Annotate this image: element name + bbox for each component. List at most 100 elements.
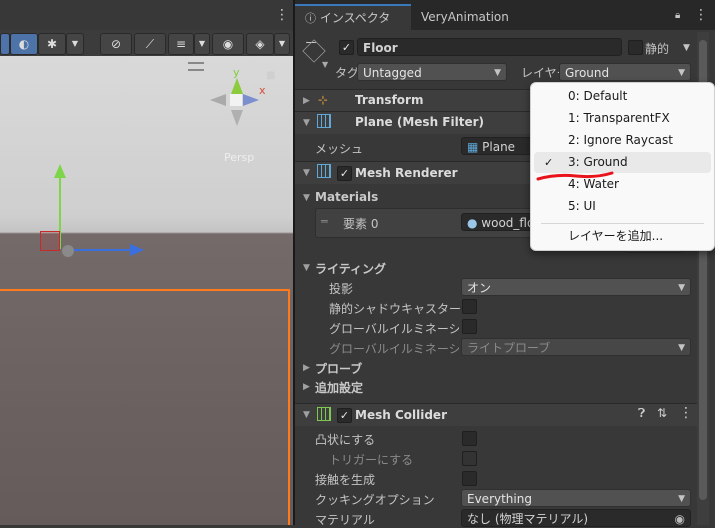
layer-menu-item[interactable]: 0: Default [534, 86, 711, 107]
scene-toolbar: ⋮ [0, 0, 293, 30]
scene-view[interactable]: ⋮ ◐ ✱ ▼ ⊘ ⟋ ≡ ▼ ◉ ◈ ▼ y x ■ Persp [0, 0, 293, 525]
object-picker-icon[interactable]: ◉ [675, 510, 685, 526]
tab-very-animation[interactable]: VeryAnimation [411, 5, 519, 30]
mesh-renderer-enabled-checkbox[interactable]: ✓ [337, 166, 352, 181]
static-shadow-caster-checkbox[interactable] [462, 299, 477, 314]
mesh-grid-icon: ▦ [467, 140, 483, 154]
convex-label: 凸状にする [315, 433, 376, 447]
selection-outline-right [288, 289, 290, 525]
2d-toggle-button[interactable] [0, 33, 10, 55]
orientation-gizmo[interactable]: y x [205, 66, 266, 146]
grid-toggle-button[interactable]: ⟋ [134, 33, 166, 55]
convex-checkbox[interactable] [462, 431, 477, 446]
lighting-foldout-arrow[interactable]: ▼ [303, 263, 310, 273]
mesh-renderer-title: Mesh Renderer [355, 166, 458, 180]
add-layer-menu-item[interactable]: レイヤーを追加... [534, 226, 711, 247]
receive-gi-label: グローバルイルミネーションを受 [329, 342, 459, 356]
static-checkbox[interactable] [628, 40, 643, 55]
audio-toggle-button[interactable]: ✱ [38, 33, 66, 55]
cast-shadows-label: 投影 [329, 282, 354, 296]
more-options-icon[interactable]: ⋮ [694, 7, 708, 23]
active-checkbox[interactable]: ✓ [339, 40, 354, 55]
inspector-panel: ⓘ インスペクター VeryAnimation 🔒︎ ⋮ ✓ Floor 静的 … [293, 0, 715, 527]
annotation-underline [536, 171, 614, 181]
tab-inspector[interactable]: ⓘ インスペクター [295, 4, 411, 50]
tab-very-animation-label: VeryAnimation [421, 10, 509, 24]
layer-menu-item-label: 5: UI [568, 199, 596, 213]
materials-label: Materials [315, 190, 379, 204]
snap-settings-button[interactable]: ≡ [168, 33, 194, 55]
material-sphere-icon: ● [467, 216, 482, 230]
contribute-gi-checkbox[interactable] [462, 319, 477, 334]
visibility-toggle-button[interactable]: ◉ [212, 33, 244, 55]
menu-separator [541, 223, 704, 224]
physics-material-field[interactable]: なし (物理マテリアル) ◉ [461, 509, 691, 527]
persp-label[interactable]: Persp [224, 151, 254, 164]
tag-dropdown[interactable]: Untagged ▼ [357, 63, 507, 81]
tag-dropdown-value: Untagged [363, 66, 422, 80]
receive-gi-dropdown: ライトプローブ ▼ [461, 338, 691, 356]
lock-icon[interactable]: ■ [266, 70, 275, 81]
move-gizmo-plane-handle[interactable] [40, 231, 60, 251]
static-dropdown-arrow[interactable]: ▼ [683, 43, 690, 53]
layer-dropdown-value: Ground [565, 66, 610, 80]
selection-outline-top [0, 289, 289, 291]
element-0-label: 要素 0 [343, 217, 379, 231]
layer-menu-item[interactable]: 5: UI [534, 196, 711, 217]
snap-dropdown[interactable]: ▼ [194, 33, 210, 55]
mesh-filter-foldout-arrow[interactable]: ▼ [303, 118, 310, 128]
additional-settings-label[interactable]: 追加設定 [315, 379, 363, 396]
gizmo-x-cone[interactable] [243, 94, 259, 106]
additional-settings-foldout-arrow[interactable]: ▶ [303, 382, 310, 392]
mesh-filter-icon [317, 114, 331, 128]
layer-menu-item-label: 1: TransparentFX [568, 111, 670, 125]
effects-dropdown[interactable]: ▼ [66, 33, 84, 55]
layer-menu-item-label: 0: Default [568, 89, 628, 103]
preset-icon[interactable]: ⇅ [657, 406, 667, 420]
more-options-icon[interactable]: ⋮ [275, 7, 289, 23]
gizmo-neg-y-cone[interactable] [231, 110, 243, 126]
more-options-icon[interactable]: ⋮ [679, 405, 693, 421]
layer-menu-item[interactable]: 1: TransparentFX [534, 108, 711, 129]
cast-shadows-dropdown[interactable]: オン ▼ [461, 278, 691, 296]
move-gizmo-y-arrow[interactable] [54, 164, 66, 178]
render-mode-dropdown[interactable]: ▼ [274, 33, 290, 55]
lighting-toggle-button[interactable]: ◐ [10, 33, 38, 55]
hidden-objects-toggle[interactable]: ⊘ [100, 33, 132, 55]
layer-dropdown[interactable]: Ground ▼ [559, 63, 691, 81]
move-gizmo-center[interactable] [62, 245, 74, 257]
gizmo-y-cone[interactable] [231, 78, 243, 94]
tab-bar: ⓘ インスペクター VeryAnimation 🔒︎ ⋮ [295, 0, 715, 50]
mesh-collider-icon [317, 407, 331, 421]
gizmo-neg-x-cone[interactable] [210, 94, 226, 106]
contacts-label: 接触を生成 [315, 473, 376, 487]
probes-label[interactable]: プローブ [315, 360, 362, 377]
mesh-filter-title: Plane (Mesh Filter) [355, 115, 484, 129]
trigger-label: トリガーにする [329, 453, 414, 467]
cast-shadows-value: オン [467, 281, 492, 295]
drag-handle-icon[interactable]: ═ [321, 215, 328, 228]
info-icon: ⓘ [305, 12, 316, 25]
materials-foldout-arrow[interactable]: ▼ [303, 193, 310, 203]
scene-viewport[interactable]: y x ■ Persp [0, 56, 293, 525]
overlay-handle-icon[interactable] [188, 62, 204, 71]
object-name-field[interactable]: Floor [357, 38, 622, 56]
probes-foldout-arrow[interactable]: ▶ [303, 363, 310, 373]
mesh-collider-enabled-checkbox[interactable]: ✓ [337, 408, 352, 423]
lock-icon[interactable]: 🔒︎ [675, 10, 680, 21]
move-gizmo-x-arrow[interactable] [130, 244, 144, 256]
mesh-collider-title: Mesh Collider [355, 408, 447, 422]
contacts-checkbox[interactable] [462, 471, 477, 486]
gizmo-center-cube[interactable] [230, 94, 242, 106]
tag-label: タグ [335, 66, 360, 80]
cooking-dropdown[interactable]: Everything ▼ [461, 489, 691, 507]
mesh-renderer-foldout-arrow[interactable]: ▼ [303, 168, 310, 178]
layer-menu-item[interactable]: 2: Ignore Raycast [534, 130, 711, 151]
help-icon[interactable]: ❓︎ [638, 406, 645, 421]
render-mode-button[interactable]: ◈ [246, 33, 274, 55]
physics-material-value: なし (物理マテリアル) [467, 512, 589, 526]
transform-foldout-arrow[interactable]: ▶ [303, 96, 310, 106]
transform-icon: ⊹ [318, 93, 329, 107]
mesh-collider-foldout-arrow[interactable]: ▼ [303, 410, 310, 420]
lighting-label: ライティング [315, 262, 387, 276]
